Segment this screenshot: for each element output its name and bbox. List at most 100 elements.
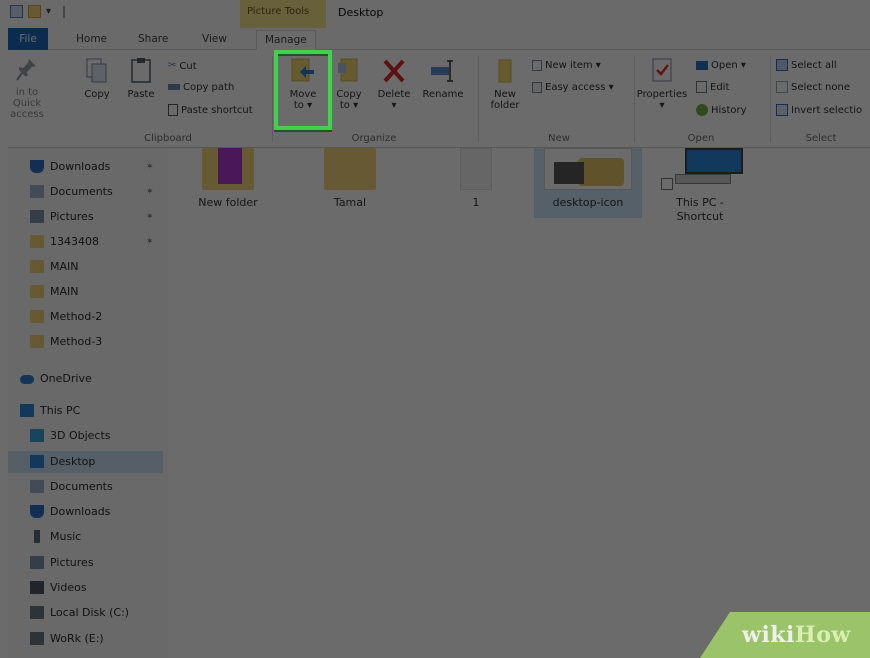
blank-file-icon xyxy=(446,148,506,192)
sidebar-item-label: Videos xyxy=(50,581,87,594)
file-new-folder[interactable]: New folder xyxy=(178,148,278,210)
quick-access-toolbar: ▾ xyxy=(10,5,65,18)
sidebar-item-label: Method-2 xyxy=(50,310,103,323)
new-folder-qat-icon[interactable] xyxy=(28,5,41,18)
sidebar-item-label: MAIN xyxy=(50,260,79,273)
tab-manage[interactable]: Manage xyxy=(256,30,316,50)
tab-home[interactable]: Home xyxy=(68,30,115,50)
pin-label-1: in to Quick xyxy=(12,87,42,109)
copy-to-label-2: to ▾ xyxy=(339,100,359,111)
paste-button[interactable]: Paste xyxy=(124,56,158,100)
organize-separator xyxy=(478,56,479,142)
file-name: 1 xyxy=(472,196,480,209)
sidebar-item-this-pc[interactable]: This PC xyxy=(8,400,163,422)
sidebar-item-pictures[interactable]: Pictures ✶ xyxy=(8,206,163,228)
paste-shortcut-button[interactable]: Paste shortcut xyxy=(168,103,253,119)
file-this-pc-shortcut[interactable]: This PC - Shortcut xyxy=(650,148,750,224)
properties-button[interactable]: Properties ▾ xyxy=(636,56,688,111)
folder-icon xyxy=(30,235,44,248)
tab-file[interactable]: File xyxy=(8,28,48,50)
new-item-button[interactable]: New item ▾ xyxy=(532,58,601,74)
cut-button[interactable]: ✂ Cut xyxy=(168,58,197,74)
sidebar-item-documents[interactable]: Documents ✶ xyxy=(8,181,163,203)
computer-icon xyxy=(20,404,34,417)
invert-selection-button[interactable]: Invert selectio xyxy=(776,103,862,119)
wikihow-wiki: wiki xyxy=(742,622,795,648)
easy-access-button[interactable]: Easy access ▾ xyxy=(532,80,614,96)
delete-button[interactable]: Delete ▾ xyxy=(374,56,414,111)
wikihow-watermark: wikiHow xyxy=(700,612,870,658)
properties-check-icon xyxy=(652,58,672,82)
file-tamal[interactable]: Tamal xyxy=(300,148,400,210)
history-button[interactable]: History xyxy=(696,103,747,119)
pinned-icon: ✶ xyxy=(146,162,154,172)
clipboard-group-label: Clipboard xyxy=(144,133,192,144)
sidebar-item-method-2[interactable]: Method-2 xyxy=(8,306,163,328)
folder-icon xyxy=(30,285,44,298)
edit-icon xyxy=(696,81,707,93)
sidebar-item-downloads[interactable]: Downloads ✶ xyxy=(8,156,163,178)
customize-qat-icon[interactable]: ▾ xyxy=(46,6,58,18)
file-name-line-2: Shortcut xyxy=(676,210,724,223)
window-title: Desktop xyxy=(338,6,384,19)
select-all-button[interactable]: Select all xyxy=(776,58,837,74)
sidebar-item-videos[interactable]: Videos xyxy=(8,577,163,599)
file-1[interactable]: 1 xyxy=(426,148,526,210)
select-all-label: Select all xyxy=(791,60,837,71)
pinned-icon: ✶ xyxy=(146,187,154,197)
file-explorer-window: ▾ Picture Tools Desktop File Home Share … xyxy=(8,0,870,658)
sidebar-item-label: 1343408 xyxy=(50,235,99,248)
sidebar-item-music[interactable]: Music xyxy=(8,526,163,548)
properties-qat-icon[interactable] xyxy=(10,5,23,18)
sidebar-item-1343408[interactable]: 1343408 ✶ xyxy=(8,231,163,253)
new-folder-button[interactable]: New folder xyxy=(484,56,526,111)
copy-to-folder-icon xyxy=(338,58,358,82)
sidebar-item-main[interactable]: MAIN xyxy=(8,281,163,303)
video-icon xyxy=(30,581,44,594)
new-separator xyxy=(634,56,635,142)
qat-separator xyxy=(63,5,65,18)
pictures-icon xyxy=(30,210,44,223)
copy-button[interactable]: Copy xyxy=(80,56,114,100)
sidebar-item-documents[interactable]: Documents xyxy=(8,476,163,498)
select-group-label: Select xyxy=(805,133,837,144)
sidebar-item-main[interactable]: MAIN xyxy=(8,256,163,278)
open-label: Open ▾ xyxy=(711,60,746,71)
new-item-label: New item ▾ xyxy=(545,60,601,71)
pinned-icon: ✶ xyxy=(146,212,154,222)
navigation-pane[interactable]: Downloads ✶ Documents ✶ Pictures ✶ 1343408 ✶ MAI… xyxy=(8,148,163,658)
invert-selection-label: Invert selectio xyxy=(791,105,863,116)
tab-share[interactable]: Share xyxy=(130,30,176,50)
sidebar-item-onedrive[interactable]: OneDrive xyxy=(8,368,163,390)
sidebar-item-desktop[interactable]: Desktop xyxy=(8,451,163,473)
sidebar-item-pictures[interactable]: Pictures xyxy=(8,552,163,574)
file-list[interactable]: New folder Tamal 1 desktop-icon This PC … xyxy=(168,148,870,658)
copy-label: Copy xyxy=(84,89,110,100)
sidebar-item-3d-objects[interactable]: 3D Objects xyxy=(8,425,163,447)
folder-with-image-icon xyxy=(198,148,258,192)
select-none-button[interactable]: Select none xyxy=(776,80,850,96)
pin-to-quick-access-button[interactable]: in to Quick access xyxy=(8,56,46,120)
sidebar-item-work-e[interactable]: WoRk (E:) xyxy=(8,628,163,650)
copy-to-button[interactable]: Copy to ▾ xyxy=(332,56,366,111)
image-thumbnail-icon xyxy=(538,148,638,192)
copy-path-label: Copy path xyxy=(183,82,235,93)
file-name-line-1: This PC - xyxy=(676,196,724,209)
open-group-label: Open xyxy=(687,133,715,144)
file-name: desktop-icon xyxy=(552,196,624,209)
document-icon xyxy=(30,185,44,198)
new-folder-icon xyxy=(498,59,512,83)
sidebar-item-label: WoRk (E:) xyxy=(50,632,104,645)
sidebar-item-label: Documents xyxy=(50,480,113,493)
sidebar-item-downloads[interactable]: Downloads xyxy=(8,501,163,523)
sidebar-item-label: Pictures xyxy=(50,210,94,223)
tab-view[interactable]: View xyxy=(194,30,235,50)
copy-path-button[interactable]: Copy path xyxy=(168,80,234,96)
file-desktop-icon[interactable]: desktop-icon xyxy=(534,148,642,218)
rename-button[interactable]: Rename xyxy=(420,56,466,100)
open-button[interactable]: Open ▾ xyxy=(696,58,746,74)
sidebar-item-local-disk-c[interactable]: Local Disk (C:) xyxy=(8,602,163,624)
edit-button[interactable]: Edit xyxy=(696,80,729,96)
sidebar-item-label: Documents xyxy=(50,185,113,198)
sidebar-item-method-3[interactable]: Method-3 xyxy=(8,331,163,353)
